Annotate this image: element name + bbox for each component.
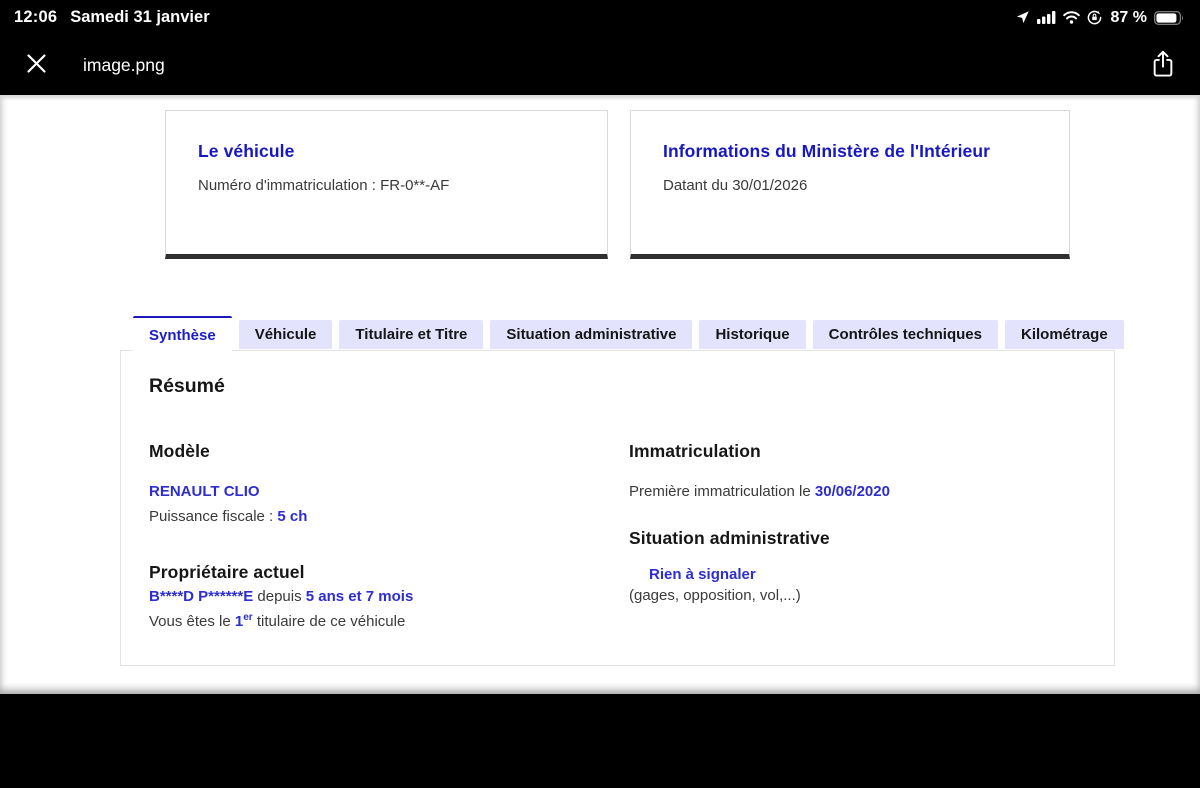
- model-heading: Modèle: [149, 441, 210, 461]
- owner-heading: Propriétaire actuel: [149, 562, 305, 582]
- ministry-card: Informations du Ministère de l'Intérieur…: [630, 110, 1070, 259]
- tab-titulaire-et-titre[interactable]: Titulaire et Titre: [339, 320, 484, 349]
- tab-controles-techniques[interactable]: Contrôles techniques: [812, 320, 998, 349]
- situation-note: (gages, opposition, vol,...): [629, 587, 801, 604]
- tab-historique[interactable]: Historique: [699, 320, 806, 349]
- owner-name: B****D P******E: [149, 588, 254, 605]
- summary-title: Résumé: [149, 375, 225, 397]
- situation-status-value: Rien à signaler: [649, 566, 756, 583]
- ministry-card-subtitle: Datant du 30/01/2026: [663, 177, 808, 194]
- registration-heading: Immatriculation: [629, 441, 761, 461]
- fiscal-power-label: Puissance fiscale :: [149, 508, 278, 525]
- vehicle-card-title: Le véhicule: [198, 141, 295, 161]
- rotation-lock-icon: [1087, 10, 1102, 25]
- image-viewer-toolbar: image.png: [0, 35, 1200, 95]
- vehicle-card: Le véhicule Numéro d'immatriculation : F…: [165, 110, 608, 259]
- summary-columns: Modèle RENAULT CLIO Puissance fiscale : …: [149, 441, 1094, 630]
- location-icon: [1015, 10, 1030, 25]
- document-title: image.png: [83, 54, 165, 75]
- tab-kilometrage[interactable]: Kilométrage: [1004, 320, 1124, 349]
- status-bar-right: 87 %: [1015, 9, 1184, 27]
- owner-duration: 5 ans et 7 mois: [305, 588, 414, 605]
- first-registration-line: Première immatriculation le 30/06/2020: [629, 483, 1094, 500]
- image-viewer-canvas[interactable]: Le véhicule Numéro d'immatriculation : F…: [0, 95, 1200, 694]
- holder-number: 1: [234, 613, 244, 630]
- situation-status: Rien à signaler: [629, 566, 1094, 583]
- battery-icon: [1154, 10, 1184, 25]
- status-bar: 12:06 Samedi 31 janvier 87 %: [0, 0, 1200, 35]
- report-tabs: Synthèse Véhicule Titulaire et Titre Sit…: [120, 316, 1124, 352]
- tab-vehicule[interactable]: Véhicule: [238, 320, 333, 349]
- first-registration-date: 30/06/2020: [814, 483, 890, 500]
- status-time: 12:06: [14, 8, 58, 26]
- fiscal-power: Puissance fiscale : 5 ch: [149, 508, 629, 525]
- model-name: RENAULT CLIO: [149, 483, 629, 500]
- owner-since-label: depuis: [253, 588, 306, 605]
- fiscal-power-value: 5 ch: [277, 508, 308, 525]
- ipad-screen: 12:06 Samedi 31 janvier 87 % image.png L…: [0, 0, 1200, 788]
- cellular-signal-icon: [1036, 11, 1056, 24]
- share-icon: [1150, 49, 1176, 82]
- wifi-icon: [1062, 11, 1080, 24]
- holder-ordinal-suffix: er: [243, 612, 253, 623]
- synthese-panel: Résumé Modèle RENAULT CLIO Puissance fis…: [120, 350, 1115, 666]
- battery-percent: 87 %: [1110, 8, 1147, 26]
- close-icon: [26, 53, 47, 77]
- vehicle-card-subtitle: Numéro d'immatriculation : FR-0**-AF: [198, 177, 450, 194]
- tab-synthese[interactable]: Synthèse: [133, 316, 232, 352]
- ministry-card-title: Informations du Ministère de l'Intérieur: [663, 141, 991, 161]
- share-button[interactable]: [1148, 47, 1178, 84]
- summary-left-column: Modèle RENAULT CLIO Puissance fiscale : …: [149, 441, 629, 630]
- status-date: Samedi 31 janvier: [70, 8, 210, 26]
- close-button[interactable]: [22, 49, 51, 81]
- holder-prefix: Vous êtes le: [149, 613, 235, 630]
- situation-heading: Situation administrative: [629, 528, 830, 548]
- holder-suffix: titulaire de ce véhicule: [252, 613, 406, 630]
- status-bar-left: 12:06 Samedi 31 janvier: [14, 8, 210, 27]
- tab-situation-administrative[interactable]: Situation administrative: [490, 320, 693, 349]
- owner-line: B****D P******E depuis 5 ans et 7 mois: [149, 588, 629, 605]
- model-name-value: RENAULT CLIO: [149, 483, 260, 500]
- first-registration-label: Première immatriculation le: [629, 483, 815, 500]
- summary-right-column: Immatriculation Première immatriculation…: [629, 441, 1094, 630]
- holder-rank-line: Vous êtes le 1er titulaire de ce véhicul…: [149, 612, 629, 630]
